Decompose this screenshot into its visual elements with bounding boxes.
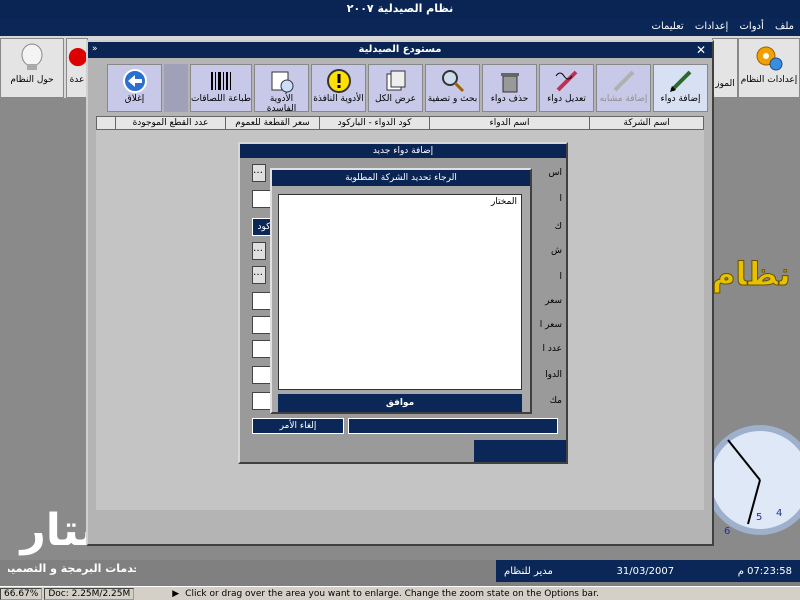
toolbar-separator <box>164 64 188 112</box>
app-title: نظام الصيدلية ٢٠٠٧ <box>0 0 800 18</box>
partial-button-left[interactable]: عدة <box>66 38 88 98</box>
inventory-toolbar: إضافة دواء إضافة مشابه تعديل دواء حذف دو… <box>94 64 708 114</box>
zoom-hint: Click or drag over the area you want to … <box>185 588 599 599</box>
edit-pencil-icon <box>555 70 577 92</box>
add-drug-button[interactable]: إضافة دواء <box>653 64 708 112</box>
show-all-button[interactable]: عرض الكل <box>368 64 423 112</box>
double-arrow-icon[interactable]: » <box>92 44 98 54</box>
partial-label-left: عدة <box>69 75 85 85</box>
svg-text:4: 4 <box>776 508 782 519</box>
menu-tools[interactable]: أدوات <box>740 21 764 32</box>
svg-text:6: 6 <box>724 526 730 537</box>
inventory-title: مستودع الصيدلية <box>88 42 712 58</box>
unit-select-button[interactable]: … <box>252 266 266 284</box>
label-type: ش <box>551 246 562 256</box>
add-drug-title: إضافة دواء جديد <box>240 144 566 158</box>
delete-drug-button[interactable]: حذف دواء <box>482 64 537 112</box>
barcode-icon <box>211 72 231 90</box>
back-arrow-icon <box>122 69 147 93</box>
pen-icon <box>669 70 691 92</box>
col-price[interactable]: سعر القطعة للعموم <box>225 117 319 129</box>
red-ball-icon <box>68 48 87 67</box>
menu-file[interactable]: ملف <box>775 21 794 32</box>
quantity-field[interactable] <box>252 340 272 358</box>
calendar-clock-icon <box>271 71 293 93</box>
expired-drugs-button[interactable]: الأدوية النافذة <box>311 64 366 112</box>
status-date: 31/03/2007 <box>616 565 675 577</box>
drugs-table-header: اسم الشركة اسم الدواء كود الدواء - البار… <box>96 116 704 130</box>
pen-disabled-icon <box>613 70 634 92</box>
company-select-title: الرجاء تحديد الشركة المطلوبة <box>272 170 530 186</box>
label-code: ك <box>554 222 562 232</box>
company-select-button[interactable]: … <box>252 164 266 182</box>
label-name: ا <box>559 194 562 204</box>
col-drug-name[interactable]: اسم الدواء <box>429 117 589 129</box>
dialog-footer-bar <box>474 440 566 462</box>
company-list[interactable]: المختار <box>278 194 522 390</box>
col-quantity[interactable]: عدد القطع الموجودة <box>115 117 225 129</box>
menu-help[interactable]: تعليمات <box>652 21 684 32</box>
menu-settings[interactable]: إعدادات <box>695 21 728 32</box>
doc-size: Doc: 2.25M/2.25M <box>44 587 135 600</box>
company-list-header: المختار <box>490 197 517 207</box>
menu-bar: ملف أدوات إعدادات تعليمات <box>0 18 800 36</box>
label-unit: ا <box>559 272 562 282</box>
save-button-hidden[interactable] <box>348 418 558 434</box>
brand-text: نظام <box>712 255 792 294</box>
edit-drug-button[interactable]: تعديل دواء <box>539 64 594 112</box>
add-similar-button[interactable]: إضافة مشابه <box>596 64 651 112</box>
expiry-field[interactable] <box>252 366 272 384</box>
label-expiry: الدوا <box>545 370 562 380</box>
arrow-right-icon[interactable]: ▶ <box>172 589 179 599</box>
col-barcode[interactable]: كود الدواء - الباركود <box>319 117 429 129</box>
sell-price-field[interactable] <box>252 316 272 334</box>
label-company: اس <box>548 168 563 178</box>
lightbulb-icon <box>21 43 43 70</box>
col-company[interactable]: اسم الشركة <box>589 117 703 129</box>
damaged-drugs-button[interactable]: الأدوية الفاسدة <box>254 64 309 114</box>
status-time: 07:23:58 م <box>737 565 792 577</box>
ok-button[interactable]: موافق <box>278 394 522 412</box>
close-window-button[interactable]: إغلاق <box>107 64 162 112</box>
magnifier-icon <box>441 70 464 93</box>
warning-icon <box>326 69 351 93</box>
trash-icon <box>500 73 519 93</box>
location-field[interactable] <box>252 392 272 410</box>
name-field[interactable] <box>252 190 272 208</box>
about-button[interactable]: حول النظام <box>0 38 64 98</box>
print-labels-button[interactable]: طباعة اللصاقات <box>190 64 252 112</box>
documents-icon <box>386 70 405 91</box>
partial-label-right: الموز <box>715 79 735 89</box>
label-location: مك <box>549 396 562 406</box>
svg-text:خدمات البرمجة و التصميم: خدمات البرمجة و التصميم <box>8 562 136 575</box>
type-select-button[interactable]: … <box>252 242 266 260</box>
close-icon[interactable]: ✕ <box>696 43 706 57</box>
system-settings-label: إعدادات النظام <box>740 75 798 85</box>
label-quantity: عدد ا <box>542 344 562 354</box>
clock-icon: 5 4 6 <box>708 420 800 560</box>
status-bar: 07:23:58 م 31/03/2007 مدير للنظام <box>496 560 800 582</box>
about-label: حول النظام <box>10 75 54 85</box>
cancel-button[interactable]: إلغاء الأمر <box>252 418 344 434</box>
company-select-dialog: الرجاء تحديد الشركة المطلوبة المختار موا… <box>270 168 532 414</box>
svg-text:5: 5 <box>756 512 762 523</box>
zoom-bar: 66.67% Doc: 2.25M/2.25M ▶ Click or drag … <box>0 586 800 600</box>
zoom-level[interactable]: 66.67% <box>0 587 43 600</box>
inventory-window: مستودع الصيدلية ✕ » إضافة دواء إضافة مشا… <box>86 40 714 546</box>
label-buy-price: سعر <box>545 296 562 306</box>
label-sell-price: سعر ا <box>539 320 562 330</box>
partial-button-right[interactable]: الموز <box>712 38 738 98</box>
system-settings-button[interactable]: إعدادات النظام <box>738 38 800 98</box>
gears-icon <box>756 46 783 71</box>
search-filter-button[interactable]: بحث و تصفية <box>425 64 480 112</box>
buy-price-field[interactable] <box>252 292 272 310</box>
status-user: مدير للنظام <box>504 565 553 577</box>
